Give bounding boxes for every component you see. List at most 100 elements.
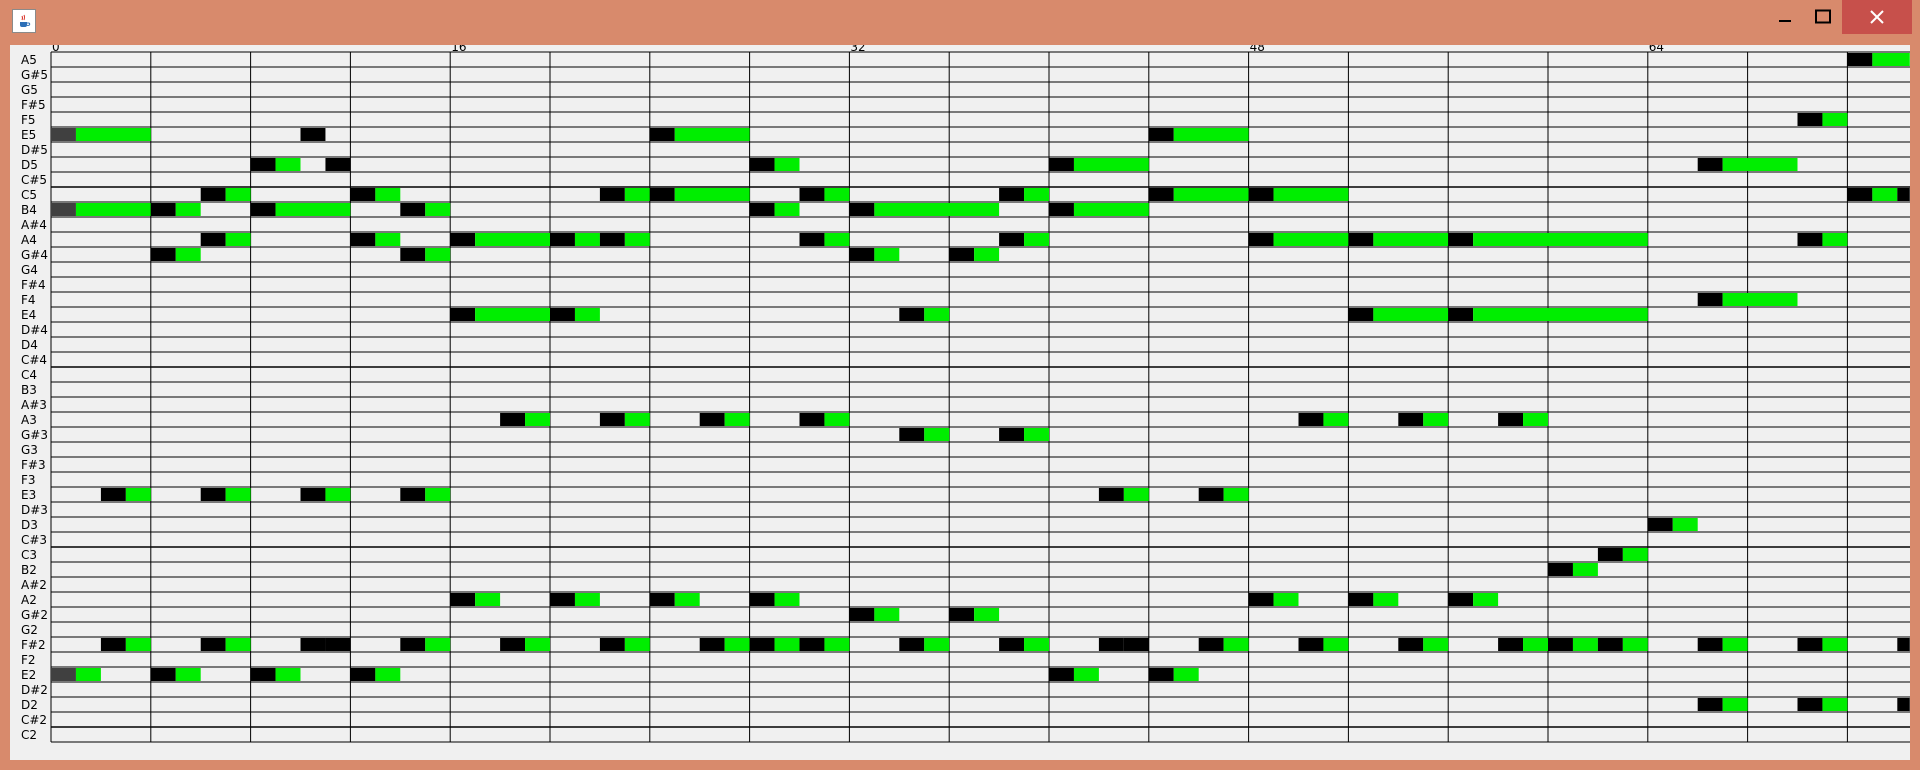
note-sustain[interactable]	[325, 488, 351, 501]
note-sustain[interactable]	[824, 233, 850, 246]
note-onset[interactable]	[1697, 158, 1723, 171]
note-onset[interactable]	[849, 203, 875, 216]
note-onset[interactable]	[1647, 518, 1673, 531]
note-onset[interactable]	[200, 233, 226, 246]
note-sustain[interactable]	[624, 188, 650, 201]
note-onset[interactable]	[899, 428, 925, 441]
note-sustain[interactable]	[125, 488, 151, 501]
note-onset[interactable]	[1049, 158, 1074, 171]
note-onset[interactable]	[1148, 668, 1174, 681]
note-onset[interactable]	[1797, 233, 1823, 246]
note-sustain[interactable]	[874, 608, 900, 621]
note-sustain[interactable]	[525, 638, 550, 651]
note-onset[interactable]	[1448, 308, 1474, 321]
note-sustain[interactable]	[574, 308, 600, 321]
note-sustain[interactable]	[1073, 203, 1149, 216]
note-sustain[interactable]	[1223, 638, 1249, 651]
note-onset[interactable]	[1448, 233, 1474, 246]
maximize-button[interactable]	[1804, 0, 1842, 34]
note-sustain[interactable]	[1073, 158, 1149, 171]
note-sustain[interactable]	[1024, 638, 1049, 651]
note-onset[interactable]	[1697, 638, 1723, 651]
note-onset[interactable]	[200, 488, 226, 501]
note-sustain[interactable]	[175, 248, 201, 261]
note-onset[interactable]	[1697, 698, 1723, 711]
note-sustain[interactable]	[1273, 233, 1349, 246]
note-onset[interactable]	[799, 188, 825, 201]
close-button[interactable]	[1842, 0, 1912, 34]
note-onset[interactable]	[1248, 593, 1274, 606]
note-sustain[interactable]	[674, 128, 750, 141]
note-onset[interactable]	[749, 638, 775, 651]
note-onset[interactable]	[1123, 638, 1149, 651]
note-sustain[interactable]	[1173, 188, 1249, 201]
note-onset[interactable]	[500, 413, 526, 426]
note-sustain[interactable]	[724, 413, 750, 426]
note-onset[interactable]	[649, 593, 675, 606]
note-sustain[interactable]	[1373, 308, 1449, 321]
note-sustain[interactable]	[225, 233, 251, 246]
note-onset[interactable]	[999, 638, 1025, 651]
note-sustain[interactable]	[1273, 593, 1299, 606]
note-sustain[interactable]	[1024, 233, 1049, 246]
note-sustain[interactable]	[1872, 53, 1910, 66]
note-sustain[interactable]	[1173, 128, 1249, 141]
note-onset[interactable]	[400, 248, 426, 261]
note-sustain[interactable]	[824, 638, 850, 651]
note-onset[interactable]	[1448, 593, 1474, 606]
note-onset[interactable]	[699, 638, 725, 651]
note-onset[interactable]	[749, 203, 775, 216]
note-sustain[interactable]	[774, 158, 800, 171]
note-sustain[interactable]	[375, 668, 401, 681]
note-onset[interactable]	[100, 638, 126, 651]
piano-roll-panel[interactable]: A5 G#5 G5 F#5 F5 E5 D#5 D5 C#5 C5 B4 A#4 A4 G#4 G4 F#4 F…	[10, 45, 1910, 760]
note-onset[interactable]	[350, 668, 376, 681]
note-onset[interactable]	[999, 428, 1025, 441]
note-sustain[interactable]	[824, 413, 850, 426]
note-sustain[interactable]	[1523, 638, 1548, 651]
note-sustain[interactable]	[425, 638, 451, 651]
note-onset[interactable]	[1398, 413, 1424, 426]
note-sustain[interactable]	[225, 488, 251, 501]
note-onset[interactable]	[1797, 698, 1823, 711]
note-onset[interactable]	[350, 188, 376, 201]
note-onset[interactable]	[450, 233, 476, 246]
note-sustain[interactable]	[1822, 113, 1848, 126]
note-sustain[interactable]	[475, 593, 501, 606]
note-sustain[interactable]	[1073, 668, 1099, 681]
note-sustain[interactable]	[1523, 413, 1548, 426]
note-onset[interactable]	[250, 203, 276, 216]
note-onset[interactable]	[599, 233, 625, 246]
note-sustain[interactable]	[1173, 668, 1199, 681]
note-sustain[interactable]	[275, 668, 301, 681]
note-sustain[interactable]	[624, 413, 650, 426]
note-onset[interactable]	[550, 593, 575, 606]
note-onset[interactable]	[1049, 668, 1074, 681]
note-onset[interactable]	[400, 203, 426, 216]
note-onset[interactable]	[699, 413, 725, 426]
note-onset[interactable]	[849, 248, 875, 261]
note-sustain[interactable]	[674, 188, 750, 201]
note-onset[interactable]	[599, 413, 625, 426]
note-sustain[interactable]	[974, 608, 1000, 621]
note-sustain[interactable]	[1822, 233, 1848, 246]
note-sustain[interactable]	[1473, 308, 1648, 321]
piano-roll-grid[interactable]: A5G#5G5F#5F5E5D#5D5C#5C5B4A#4A4G#4G4F#4F…	[10, 45, 1910, 760]
note-onset[interactable]	[1248, 233, 1274, 246]
note-sustain[interactable]	[125, 638, 151, 651]
note-onset[interactable]	[350, 233, 376, 246]
note-sustain[interactable]	[1822, 698, 1848, 711]
note-onset[interactable]	[150, 248, 176, 261]
note-sustain[interactable]	[1722, 638, 1748, 651]
note-sustain[interactable]	[1024, 428, 1049, 441]
note-onset[interactable]	[649, 128, 675, 141]
note-onset[interactable]	[51, 668, 76, 681]
java-cup-icon[interactable]	[12, 9, 36, 33]
note-onset[interactable]	[1498, 413, 1524, 426]
note-sustain[interactable]	[874, 248, 900, 261]
note-onset[interactable]	[1797, 113, 1823, 126]
note-sustain[interactable]	[1323, 413, 1349, 426]
note-sustain[interactable]	[724, 638, 750, 651]
note-onset[interactable]	[1548, 563, 1573, 576]
note-onset[interactable]	[1897, 638, 1910, 651]
